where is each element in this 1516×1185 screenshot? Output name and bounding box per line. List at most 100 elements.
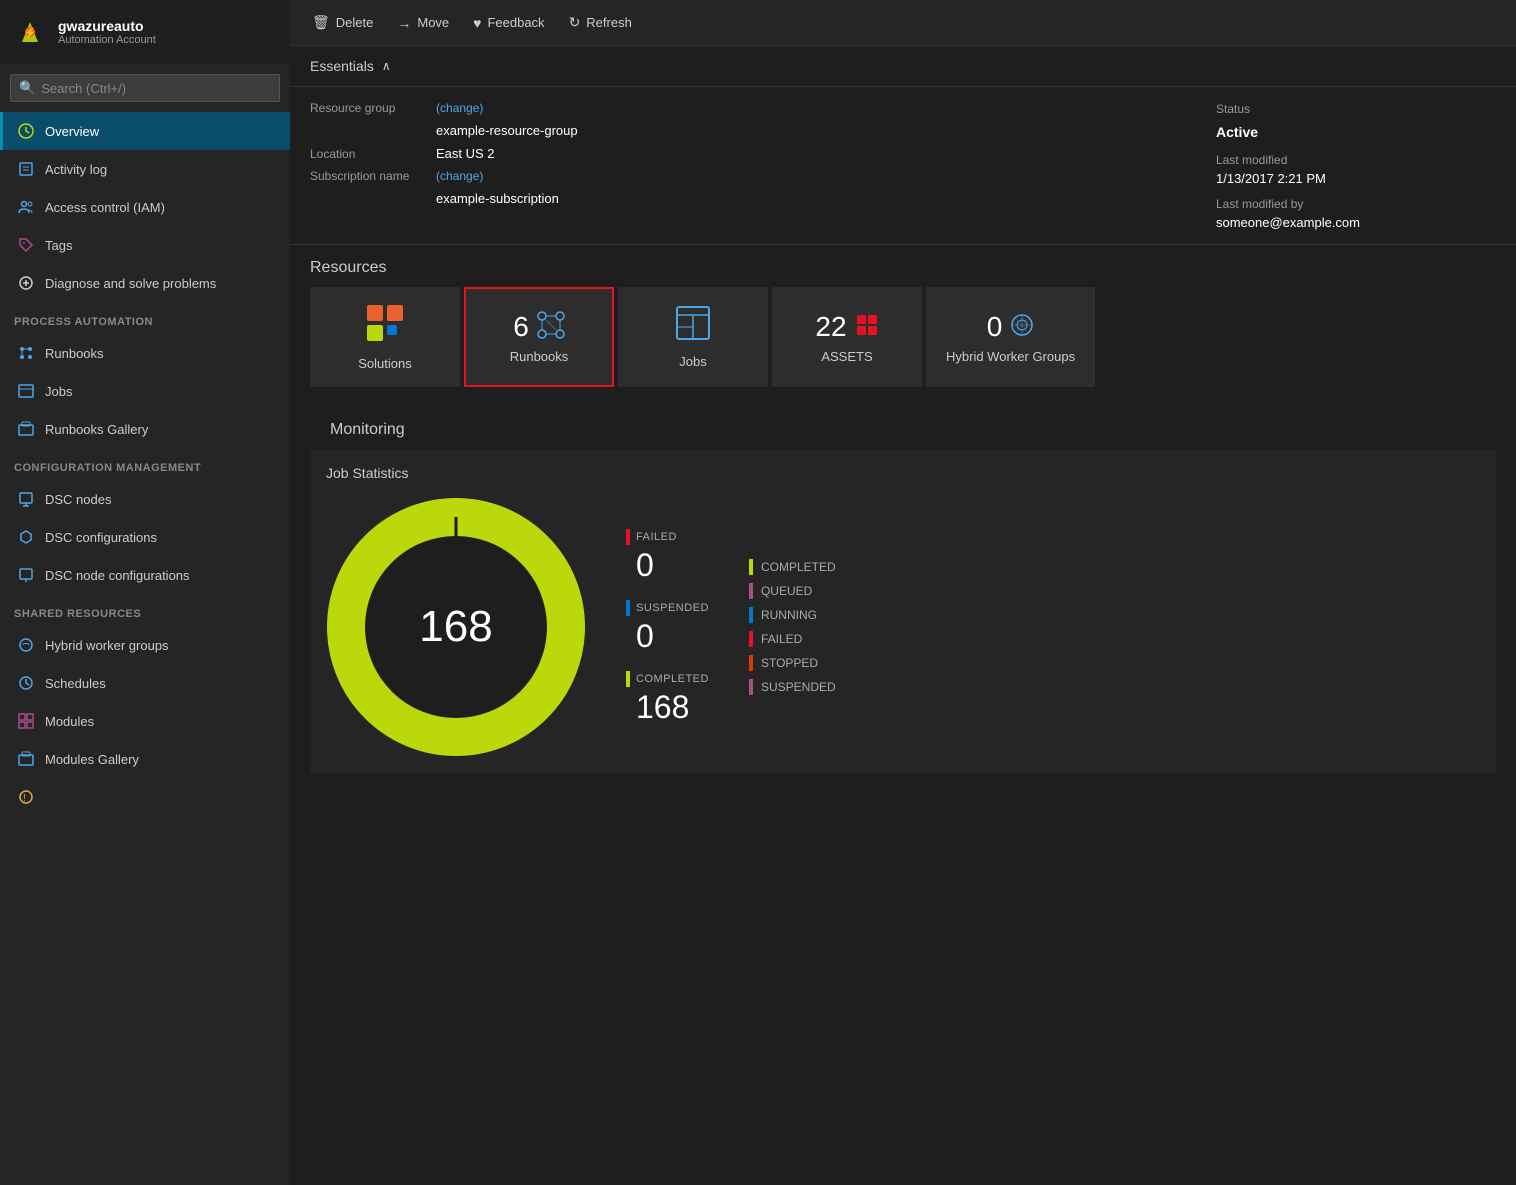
refresh-label: Refresh <box>586 15 632 30</box>
jobs-icon <box>17 382 35 400</box>
sidebar-item-dsc-nodes[interactable]: DSC nodes <box>0 480 290 518</box>
legend-completed-label: COMPLETED <box>761 560 836 574</box>
resource-group-row: Resource group (change) <box>310 101 1176 115</box>
dsc-node-configs-icon <box>17 566 35 584</box>
modules-icon <box>17 712 35 730</box>
completed-value: 168 <box>626 689 709 726</box>
schedules-icon <box>17 674 35 692</box>
runbooks-label: Runbooks <box>510 349 569 364</box>
assets-label: ASSETS <box>821 349 872 364</box>
assets-count: 22 <box>815 311 846 343</box>
legend-stopped: STOPPED <box>749 655 836 671</box>
sidebar-item-label: Diagnose and solve problems <box>45 276 216 291</box>
resource-card-hybrid[interactable]: 0 Hybrid Worker Groups <box>926 287 1095 387</box>
stat-group-primary: FAILED 0 SUSPENDED 0 <box>626 529 709 726</box>
delete-button[interactable]: 🗑 Delete <box>310 10 375 35</box>
legend-queued-color <box>749 583 753 599</box>
resource-group-change[interactable]: (change) <box>436 101 483 115</box>
suspended-label-row: SUSPENDED <box>626 600 709 616</box>
feedback-button[interactable]: ♥ Feedback <box>471 11 546 35</box>
move-label: Move <box>417 15 449 30</box>
essentials-right: Status Active Last modified 1/13/2017 2:… <box>1216 101 1496 230</box>
sidebar-item-label: Activity log <box>45 162 107 177</box>
legend-suspended-color <box>749 679 753 695</box>
sidebar-item-extra[interactable]: ! <box>0 778 290 816</box>
essentials-header[interactable]: Essentials ∧ <box>290 46 1516 87</box>
stat-completed: COMPLETED 168 <box>626 671 709 726</box>
resource-card-runbooks[interactable]: 6 <box>464 287 614 387</box>
failed-label: FAILED <box>636 531 677 543</box>
search-icon: 🔍 <box>19 80 35 96</box>
sidebar: ⚡ gwazureauto Automation Account 🔍 Overv… <box>0 0 290 1185</box>
sidebar-item-label: Hybrid worker groups <box>45 638 169 653</box>
sidebar-item-modules[interactable]: Modules <box>0 702 290 740</box>
section-shared-resources: SHARED RESOURCES <box>0 594 290 626</box>
refresh-button[interactable]: ↻ Refresh <box>567 10 634 35</box>
hybrid-worker-groups-icon <box>17 636 35 654</box>
feedback-icon: ♥ <box>473 15 481 31</box>
dsc-nodes-icon <box>17 490 35 508</box>
search-box[interactable]: 🔍 <box>10 74 280 102</box>
sidebar-item-hybrid-worker-groups[interactable]: Hybrid worker groups <box>0 626 290 664</box>
sidebar-item-jobs[interactable]: Jobs <box>0 372 290 410</box>
sidebar-item-access-control[interactable]: Access control (IAM) <box>0 188 290 226</box>
completed-label: COMPLETED <box>636 673 709 685</box>
resource-group-value-row: example-resource-group <box>310 123 1176 138</box>
sidebar-nav-container: Overview Activity log Access control (IA… <box>0 112 290 1185</box>
jobs-card-icon <box>675 305 711 348</box>
sidebar-item-dsc-node-configs[interactable]: DSC node configurations <box>0 556 290 594</box>
jobs-label: Jobs <box>679 354 706 369</box>
resources-grid: Solutions 6 <box>290 287 1516 407</box>
feedback-label: Feedback <box>487 15 544 30</box>
sidebar-item-tags[interactable]: Tags <box>0 226 290 264</box>
sidebar-item-runbooks[interactable]: Runbooks <box>0 334 290 372</box>
donut-chart: 168 <box>326 497 586 757</box>
modules-gallery-icon <box>17 750 35 768</box>
essentials-title: Essentials <box>310 58 374 74</box>
move-button[interactable]: → Move <box>395 11 451 35</box>
svg-text:⚡: ⚡ <box>24 26 36 39</box>
stat-suspended: SUSPENDED 0 <box>626 600 709 655</box>
legend-queued-label: QUEUED <box>761 584 812 598</box>
legend-completed-color <box>749 559 753 575</box>
resource-card-solutions[interactable]: Solutions <box>310 287 460 387</box>
resource-card-assets[interactable]: 22 ASSETS <box>772 287 922 387</box>
svg-text:!: ! <box>23 793 26 804</box>
sidebar-item-label: Modules <box>45 714 94 729</box>
subscription-value[interactable]: example-subscription <box>436 191 559 206</box>
runbooks-icon <box>17 344 35 362</box>
legend-queued: QUEUED <box>749 583 836 599</box>
subscription-change[interactable]: (change) <box>436 169 483 183</box>
sidebar-item-label: Modules Gallery <box>45 752 139 767</box>
status-value: Active <box>1216 124 1258 140</box>
sidebar-item-label: Jobs <box>45 384 72 399</box>
status-label: Status <box>1216 102 1250 116</box>
failed-bar <box>626 529 630 545</box>
sidebar-item-overview[interactable]: Overview <box>0 112 290 150</box>
assets-icon <box>855 313 879 340</box>
sidebar-item-dsc-configs[interactable]: DSC configurations <box>0 518 290 556</box>
section-process-automation: PROCESS AUTOMATION <box>0 302 290 334</box>
legend-stopped-color <box>749 655 753 671</box>
search-input[interactable] <box>41 81 271 96</box>
legend-stopped-label: STOPPED <box>761 656 818 670</box>
resources-title: Resources <box>290 245 1516 287</box>
main-content: 🗑 Delete → Move ♥ Feedback ↻ Refresh Ess… <box>290 0 1516 1185</box>
activity-log-icon <box>17 160 35 178</box>
resource-group-value[interactable]: example-resource-group <box>436 123 578 138</box>
sidebar-item-modules-gallery[interactable]: Modules Gallery <box>0 740 290 778</box>
sidebar-item-label: Tags <box>45 238 72 253</box>
sidebar-item-label: Runbooks <box>45 346 104 361</box>
sidebar-item-activity-log[interactable]: Activity log <box>0 150 290 188</box>
legend-running-label: RUNNING <box>761 608 817 622</box>
content-area: Essentials ∧ Resource group (change) exa… <box>290 46 1516 1185</box>
sidebar-item-diagnose[interactable]: Diagnose and solve problems <box>0 264 290 302</box>
runbooks-gallery-icon <box>17 420 35 438</box>
sidebar-item-runbooks-gallery[interactable]: Runbooks Gallery <box>0 410 290 448</box>
resource-card-jobs[interactable]: Jobs <box>618 287 768 387</box>
legend-failed-color <box>749 631 753 647</box>
solutions-icon <box>365 303 405 350</box>
completed-label-row: COMPLETED <box>626 671 709 687</box>
failed-label-row: FAILED <box>626 529 709 545</box>
sidebar-item-schedules[interactable]: Schedules <box>0 664 290 702</box>
